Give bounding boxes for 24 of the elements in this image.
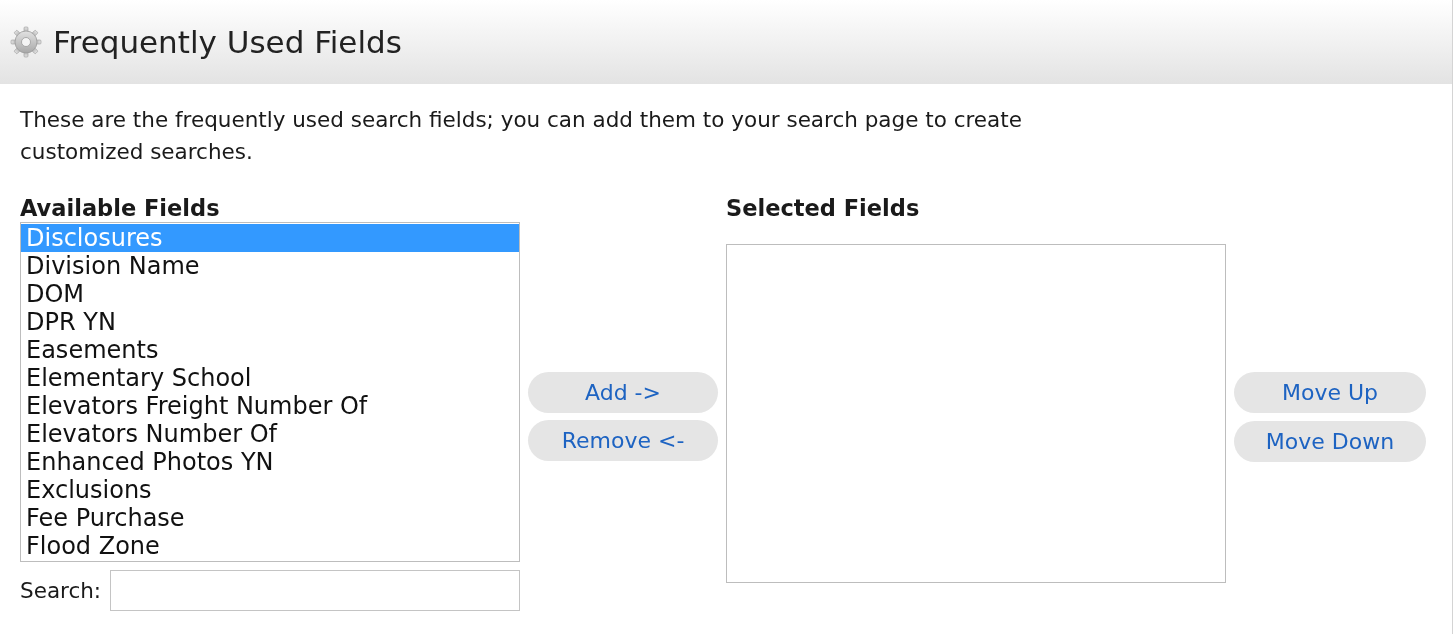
field-option[interactable]: Flood Zone (21, 532, 519, 560)
field-option[interactable]: Division Name (21, 252, 519, 280)
selected-fields-label: Selected Fields (726, 196, 921, 220)
move-up-button[interactable]: Move Up (1234, 372, 1426, 413)
field-option[interactable]: Elevators Number Of (21, 420, 519, 448)
field-option[interactable]: Elementary School (21, 364, 519, 392)
field-option[interactable]: Fee Purchase (21, 504, 519, 532)
add-button[interactable]: Add -> (528, 372, 718, 413)
available-fields-listbox[interactable]: Disclosures Division Name DOM DPR YN Easements Elementary School Elevators Freight Number Of Elevators Number Of Enhanced Photos YN Exclusions Fee Purchase Flood Zone (20, 222, 520, 562)
field-option[interactable]: DPR YN (21, 308, 519, 336)
remove-button[interactable]: Remove <- (528, 420, 718, 461)
search-label: Search: (20, 578, 103, 603)
search-field[interactable] (110, 570, 520, 611)
selected-fields-listbox[interactable] (726, 244, 1226, 583)
field-option[interactable]: Elevators Freight Number Of (21, 392, 519, 420)
field-option[interactable]: Easements (21, 336, 519, 364)
gear-icon (10, 26, 42, 58)
field-option[interactable]: DOM (21, 280, 519, 308)
description-text: These are the frequently used search fields; you can add them to your search page to create customized searches. (20, 106, 1023, 166)
page-title: Frequently Used Fields (53, 24, 402, 60)
move-down-button[interactable]: Move Down (1234, 421, 1426, 462)
field-option[interactable]: Enhanced Photos YN (21, 448, 519, 476)
available-fields-label: Available Fields (20, 196, 221, 220)
field-option[interactable]: Exclusions (21, 476, 519, 504)
